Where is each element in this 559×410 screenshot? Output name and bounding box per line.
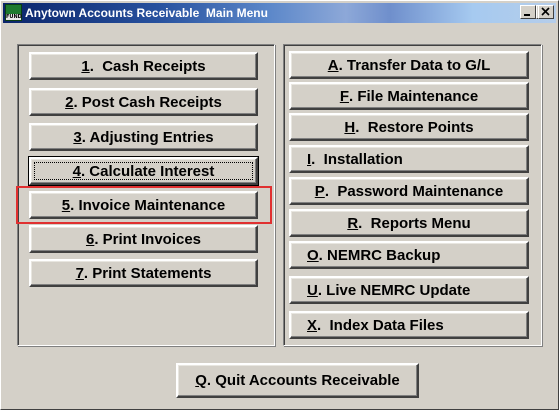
post-cash-receipts-button[interactable]: 2. Post Cash Receipts: [29, 88, 258, 116]
print-invoices-button[interactable]: 6. Print Invoices: [29, 225, 258, 253]
print-statements-button[interactable]: 7. Print Statements: [29, 259, 258, 287]
close-icon: [541, 7, 550, 16]
minimize-icon: [524, 14, 530, 16]
live-nemrc-update-button[interactable]: U. Live NEMRC Update: [289, 276, 529, 304]
calculate-interest-button[interactable]: 4. Calculate Interest: [28, 156, 259, 186]
installation-button[interactable]: I. Installation: [289, 145, 529, 173]
cash-receipts-button[interactable]: 1. Cash Receipts: [29, 52, 258, 80]
window-title: Anytown Accounts Receivable Main Menu: [25, 6, 268, 20]
close-button[interactable]: [538, 5, 554, 19]
restore-points-button[interactable]: H. Restore Points: [289, 113, 529, 141]
adjusting-entries-button[interactable]: 3. Adjusting Entries: [29, 123, 258, 151]
minimize-button[interactable]: [520, 5, 536, 19]
nemrc-backup-button[interactable]: O. NEMRC Backup: [289, 241, 529, 269]
selection-highlight: [16, 186, 272, 224]
app-icon-label: FUND: [6, 14, 22, 20]
file-maintenance-button[interactable]: F. File Maintenance: [289, 82, 529, 110]
reports-menu-button[interactable]: R. Reports Menu: [289, 209, 529, 237]
title-bar[interactable]: FUND Anytown Accounts Receivable Main Me…: [3, 3, 556, 23]
transfer-data-gl-button[interactable]: A. Transfer Data to G/L: [289, 51, 529, 79]
index-data-files-button[interactable]: X. Index Data Files: [289, 311, 529, 339]
main-menu-window: FUND Anytown Accounts Receivable Main Me…: [0, 0, 559, 410]
fund-app-icon: FUND: [5, 4, 22, 21]
password-maintenance-button[interactable]: P. Password Maintenance: [289, 177, 529, 205]
quit-accounts-receivable-button[interactable]: Q. Quit Accounts Receivable: [176, 363, 419, 398]
